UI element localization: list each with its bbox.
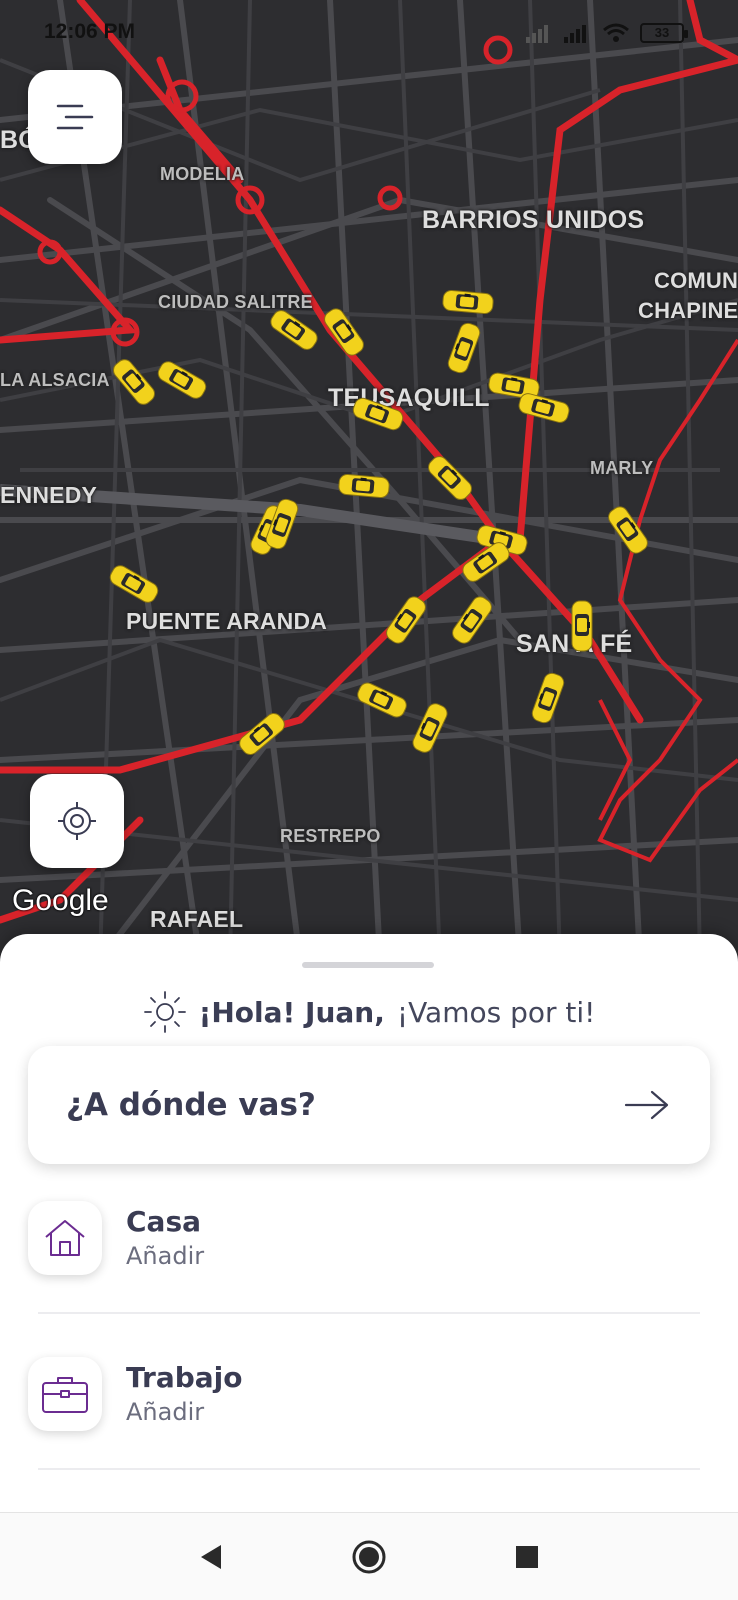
home-icon-box bbox=[28, 1201, 102, 1275]
signal-icon bbox=[526, 25, 548, 43]
bottom-sheet: ¡Hola! Juan, ¡Vamos por ti! ¿A dónde vas… bbox=[0, 934, 738, 1512]
status-icons: 33 bbox=[526, 22, 688, 44]
taxi-marker bbox=[570, 600, 594, 652]
status-bar: 12:06 PM 33 bbox=[0, 0, 738, 66]
nav-home-button[interactable] bbox=[349, 1537, 389, 1577]
menu-button[interactable] bbox=[28, 70, 122, 164]
sheet-drag-handle[interactable] bbox=[302, 962, 434, 968]
saved-place-title: Trabajo bbox=[126, 1361, 243, 1394]
back-triangle-icon bbox=[201, 1544, 221, 1569]
map-label-chapine: CHAPINE bbox=[638, 298, 738, 323]
menu-icon bbox=[56, 104, 94, 130]
system-nav-bar bbox=[0, 1512, 738, 1600]
signal-icon bbox=[564, 25, 586, 43]
divider bbox=[38, 1468, 700, 1470]
sun-icon bbox=[143, 991, 186, 1033]
wifi-icon bbox=[603, 23, 629, 42]
map-label-marly: MARLY bbox=[590, 458, 654, 478]
greeting-message: ¡Vamos por ti! bbox=[396, 995, 596, 1029]
home-circle-icon bbox=[352, 1540, 386, 1573]
map-label-comun: COMUN bbox=[654, 268, 738, 293]
greeting-name: ¡Hola! Juan, bbox=[198, 995, 385, 1029]
map-label-ciudad-salitre: CIUDAD SALITRE bbox=[158, 292, 313, 312]
battery-icon: 33 bbox=[640, 23, 688, 43]
destination-prompt: ¿A dónde vas? bbox=[66, 1087, 316, 1123]
google-attribution: Google bbox=[12, 884, 109, 917]
map-label-restrepo: RESTREPO bbox=[280, 826, 381, 846]
saved-place-title: Casa bbox=[126, 1205, 202, 1238]
map-label-modelia: MODELIA bbox=[160, 164, 245, 184]
divider bbox=[38, 1312, 700, 1314]
saved-place-subtitle: Añadir bbox=[126, 1242, 205, 1270]
map-label-barrios-unidos: BARRIOS UNIDOS bbox=[422, 206, 645, 234]
briefcase-icon-box bbox=[28, 1357, 102, 1431]
taxi-marker bbox=[441, 288, 495, 316]
recents-square-icon bbox=[516, 1545, 538, 1568]
saved-place-home[interactable]: Casa Añadir bbox=[28, 1190, 710, 1286]
briefcase-icon bbox=[42, 1377, 88, 1413]
map-label-la-alsacia: LA ALSACIA bbox=[0, 370, 110, 390]
my-location-button[interactable] bbox=[30, 774, 124, 868]
map-label-puente-aranda: PUENTE ARANDA bbox=[126, 608, 328, 634]
home-icon bbox=[45, 1220, 85, 1256]
destination-search-card[interactable]: ¿A dónde vas? bbox=[28, 1046, 710, 1164]
map-label-rafael: RAFAEL bbox=[150, 906, 244, 932]
taxi-marker bbox=[337, 472, 391, 500]
crosshair-icon bbox=[58, 802, 96, 840]
greeting: ¡Hola! Juan, ¡Vamos por ti! bbox=[0, 990, 738, 1034]
nav-recents-button[interactable] bbox=[507, 1537, 547, 1577]
arrow-right-icon bbox=[624, 1090, 669, 1120]
nav-back-button[interactable] bbox=[191, 1537, 231, 1577]
saved-place-subtitle: Añadir bbox=[126, 1398, 205, 1426]
map-label-kennedy: ENNEDY bbox=[0, 482, 98, 508]
saved-place-work[interactable]: Trabajo Añadir bbox=[28, 1346, 710, 1442]
status-time: 12:06 PM bbox=[44, 20, 136, 43]
